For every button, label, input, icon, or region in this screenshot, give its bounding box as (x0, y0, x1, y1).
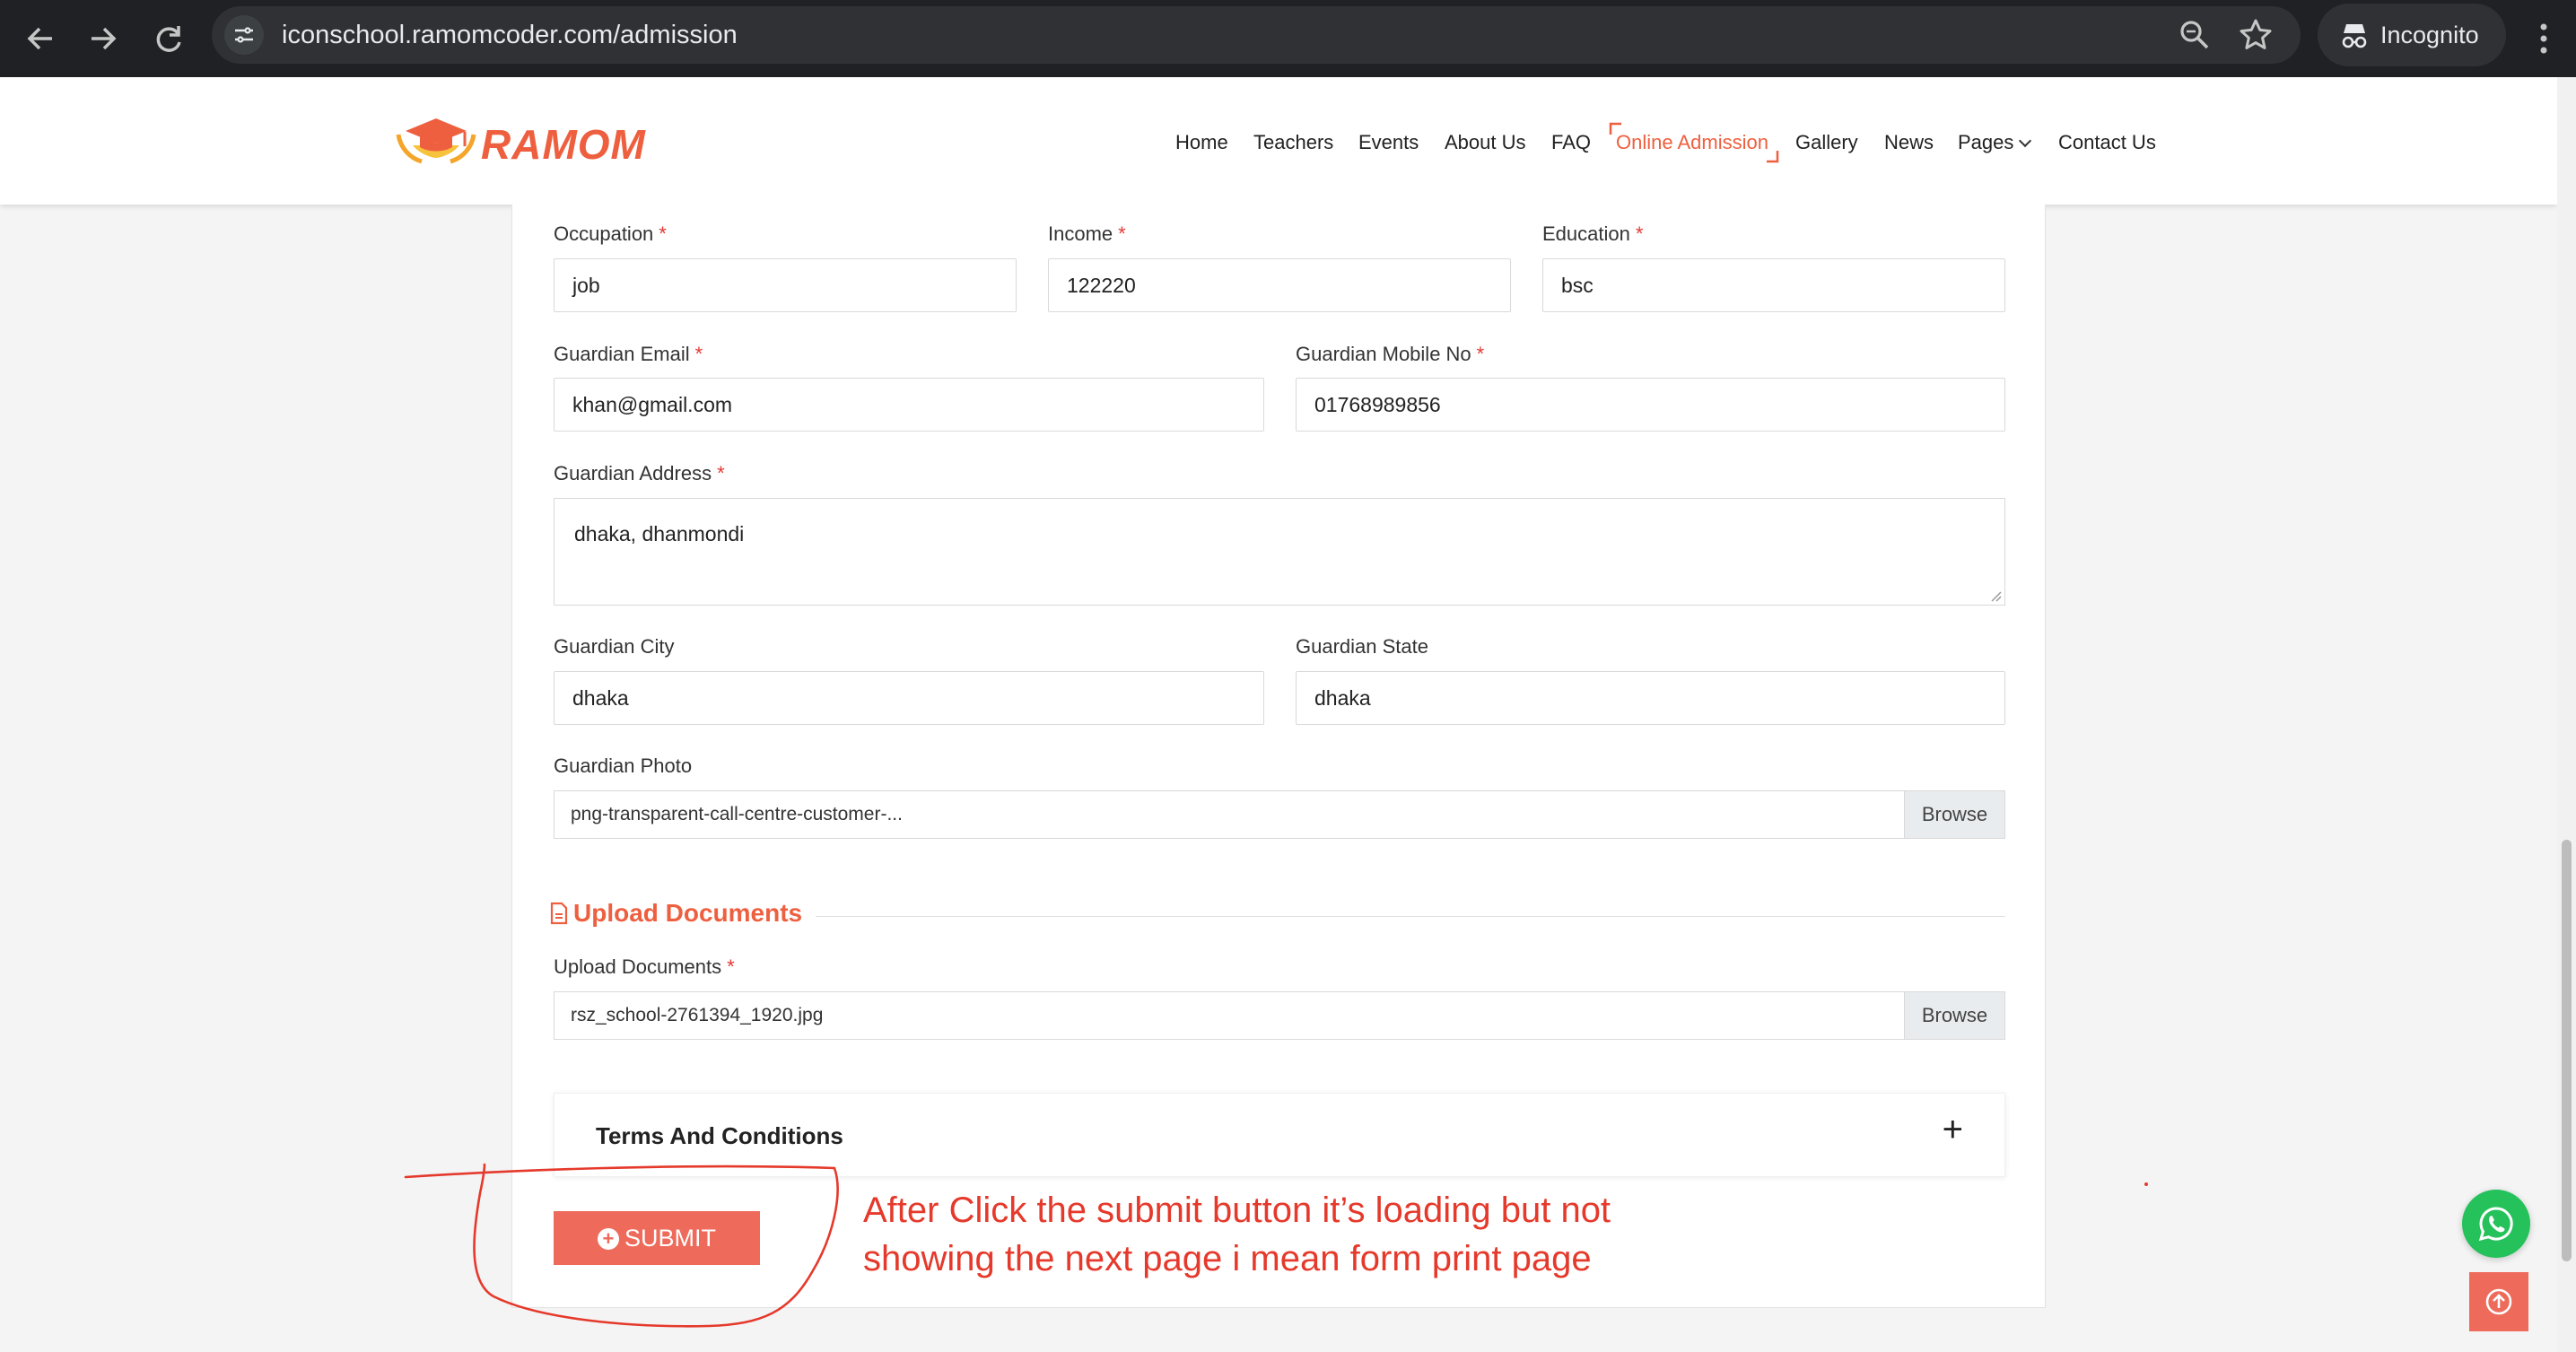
annotation-line-2: showing the next page i mean form print … (863, 1239, 1592, 1278)
annotation-circle (404, 1163, 2148, 1328)
annotation-note: After Click the submit button it’s loadi… (863, 1186, 1611, 1283)
scroll-to-top-button[interactable] (2469, 1272, 2528, 1331)
whatsapp-icon (2478, 1207, 2513, 1242)
scrollbar-thumb[interactable] (2562, 840, 2572, 1261)
page-scrollbar[interactable] (2557, 77, 2576, 1352)
arrow-up-circle-icon (2485, 1288, 2512, 1315)
annotation-line-1: After Click the submit button it’s loadi… (863, 1191, 1611, 1230)
whatsapp-button[interactable] (2462, 1190, 2530, 1258)
